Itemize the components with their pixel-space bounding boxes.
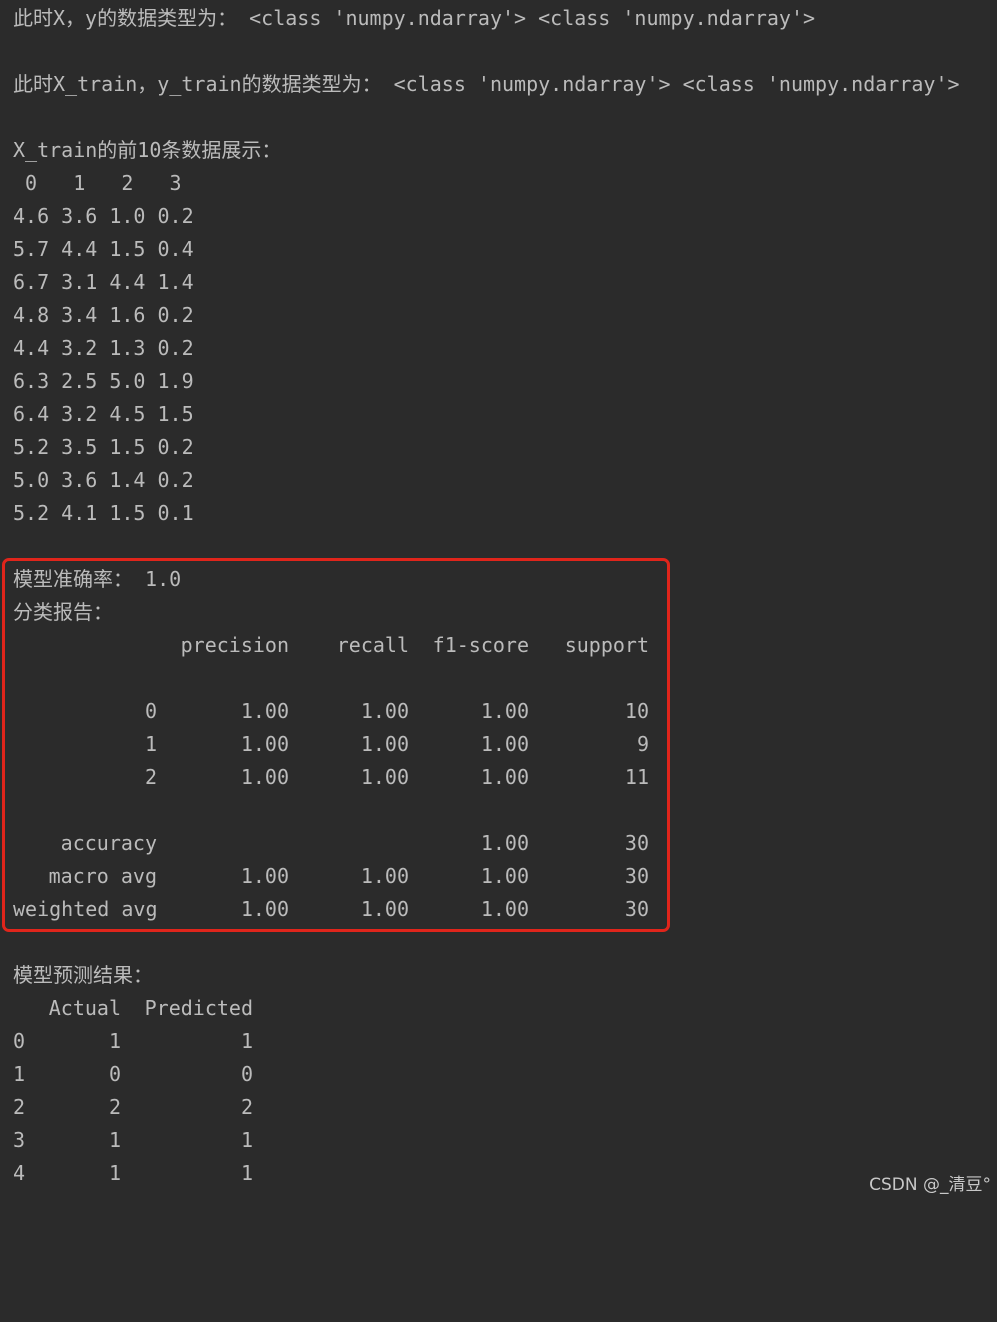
prediction-row: 0 1 1 [13, 1025, 988, 1058]
prediction-row: 1 0 0 [13, 1058, 988, 1091]
preview-title: X_train的前10条数据展示： [13, 138, 282, 162]
preview-header: 0 1 2 3 [13, 171, 182, 195]
predicted-value: 1 [240, 1029, 253, 1053]
preview-row: 4.8 3.4 1.6 0.2 [13, 303, 194, 327]
predicted-value: 1 [240, 1128, 253, 1152]
preview-row: 4.6 3.6 1.0 0.2 [13, 204, 194, 228]
preview-row: 5.0 3.6 1.4 0.2 [13, 468, 194, 492]
predicted-value: 1 [240, 1161, 253, 1185]
preview-row: 5.7 4.4 1.5 0.4 [13, 237, 194, 261]
prediction-row: 3 1 1 [13, 1124, 988, 1157]
predictions-title: 模型预测结果： [13, 963, 153, 987]
preview-row: 5.2 4.1 1.5 0.1 [13, 501, 194, 525]
preview-row: 5.2 3.5 1.5 0.2 [13, 435, 194, 459]
preview-row: 4.4 3.2 1.3 0.2 [13, 336, 194, 360]
preview-row: 6.4 3.2 4.5 1.5 [13, 402, 194, 426]
predicted-value: 0 [240, 1062, 253, 1086]
preview-row: 6.3 2.5 5.0 1.9 [13, 369, 194, 393]
predicted-value: 2 [240, 1095, 253, 1119]
prediction-row: 4 1 1 [13, 1157, 988, 1190]
train-type-line: 此时X_train，y_train的数据类型为： <class 'numpy.n… [13, 72, 960, 96]
prediction-row: 2 2 2 [13, 1091, 988, 1124]
preview-row: 6.7 3.1 4.4 1.4 [13, 270, 194, 294]
highlight-box [2, 558, 670, 932]
predictions-header: Actual Predicted [13, 992, 988, 1025]
xy-type-line: 此时X，y的数据类型为： <class 'numpy.ndarray'> <cl… [13, 6, 816, 30]
csdn-watermark: CSDN @_清豆° [869, 1175, 991, 1195]
predicted-header: Predicted [144, 996, 253, 1020]
